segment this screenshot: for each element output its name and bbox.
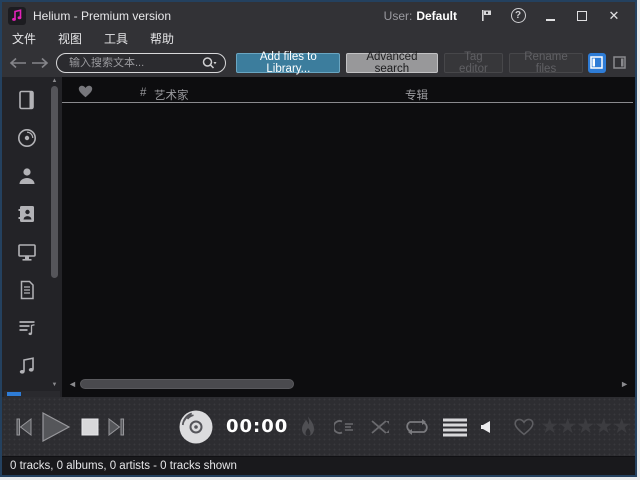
scrollbar-thumb[interactable] xyxy=(7,392,21,396)
star-icon[interactable]: ★ xyxy=(612,416,631,437)
menu-tools[interactable]: 工具 xyxy=(104,30,128,47)
flame-icon[interactable] xyxy=(298,415,318,439)
forward-arrow-icon[interactable] xyxy=(30,53,50,73)
sidebar-item-computer-monitor[interactable] xyxy=(14,239,40,265)
title-bar: Helium - Premium version User: Default ?… xyxy=(2,2,635,29)
sidebar-item-contacts-book[interactable] xyxy=(14,201,40,227)
rating-stars: ★ ★ ★ ★ ★ xyxy=(540,416,631,437)
menu-file[interactable]: 文件 xyxy=(12,30,36,47)
search-box xyxy=(56,52,227,76)
help-icon[interactable]: ? xyxy=(505,6,531,26)
scroll-up-icon[interactable]: ▲ xyxy=(50,78,59,84)
scroll-left-icon[interactable]: ◄ xyxy=(68,380,77,389)
sidebar-item-artist-person[interactable] xyxy=(14,163,40,189)
flag-icon[interactable] xyxy=(473,6,499,26)
app-window: Helium - Premium version User: Default ?… xyxy=(0,0,637,477)
player-bar: 00:00 ★ ★ ★ ★ ★ xyxy=(2,397,635,456)
status-text: 0 tracks, 0 albums, 0 artists - 0 tracks… xyxy=(10,460,237,472)
scroll-right-icon[interactable]: ► xyxy=(620,380,629,389)
close-icon[interactable]: ✕ xyxy=(601,6,627,26)
repeat-icon[interactable] xyxy=(404,418,430,436)
sidebar-item-album-disc[interactable] xyxy=(14,125,40,151)
star-icon[interactable]: ★ xyxy=(576,416,595,437)
minimize-icon[interactable] xyxy=(537,6,563,26)
queue-icon[interactable] xyxy=(334,419,356,435)
column-header-album[interactable]: 专辑 xyxy=(405,87,428,103)
sidebar-vertical-scrollbar[interactable]: ▲ ▼ xyxy=(50,78,59,388)
status-bar: 0 tracks, 0 albums, 0 artists - 0 tracks… xyxy=(2,456,635,475)
sidebar: ▲ ▼ xyxy=(2,77,62,397)
heart-icon[interactable] xyxy=(514,418,534,436)
sidebar-icons xyxy=(2,77,50,390)
panel-right-icon[interactable] xyxy=(611,53,629,73)
list-horizontal-scrollbar[interactable]: ◄ ► xyxy=(66,378,631,391)
user-value[interactable]: Default xyxy=(416,9,457,23)
window-title: Helium - Premium version xyxy=(33,8,172,23)
column-header-number[interactable]: # xyxy=(140,87,146,99)
search-input[interactable] xyxy=(69,56,200,69)
rename-files-button[interactable]: Rename files xyxy=(509,51,583,75)
back-arrow-icon[interactable] xyxy=(8,53,28,73)
scroll-down-icon[interactable]: ▼ xyxy=(50,382,59,388)
playback-time: 00:00 xyxy=(226,416,289,437)
menu-bar: 文件 视图 工具 帮助 xyxy=(2,29,635,48)
panel-left-icon[interactable] xyxy=(587,52,606,73)
star-icon[interactable]: ★ xyxy=(540,416,559,437)
previous-button[interactable] xyxy=(14,416,34,438)
add-files-button[interactable]: Add files to Library... xyxy=(236,51,341,75)
favorite-column-heart-icon[interactable] xyxy=(78,85,93,103)
disc-icon[interactable] xyxy=(178,409,214,445)
sidebar-item-library-book[interactable] xyxy=(14,87,40,113)
play-button[interactable] xyxy=(38,411,72,443)
next-button[interactable] xyxy=(106,416,128,438)
search-icon[interactable] xyxy=(201,56,218,76)
speaker-icon[interactable] xyxy=(480,420,492,434)
music-note-icon xyxy=(12,9,22,21)
list-header: # 艺术家 专辑 xyxy=(62,83,633,103)
help-glyph: ? xyxy=(510,8,526,23)
advanced-search-button[interactable]: Advanced search xyxy=(346,51,438,75)
stop-button[interactable] xyxy=(80,417,100,437)
content-area: ▲ ▼ # 艺术家 专辑 ◄ ► xyxy=(2,77,635,397)
shuffle-icon[interactable] xyxy=(370,419,390,435)
scrollbar-thumb[interactable] xyxy=(51,86,58,278)
sidebar-item-music-note[interactable] xyxy=(14,353,40,379)
sidebar-item-piano-keys[interactable] xyxy=(14,383,40,390)
column-header-artist[interactable]: 艺术家 xyxy=(154,87,189,103)
track-list[interactable]: # 艺术家 专辑 ◄ ► xyxy=(62,77,635,397)
star-icon[interactable]: ★ xyxy=(594,416,613,437)
toolbar: Add files to Library... Advanced search … xyxy=(2,48,635,77)
user-label: User: xyxy=(383,8,413,23)
app-icon xyxy=(8,6,26,25)
menu-help[interactable]: 帮助 xyxy=(150,30,174,47)
list-icon[interactable] xyxy=(442,417,468,437)
star-icon[interactable]: ★ xyxy=(558,416,577,437)
tag-editor-button[interactable]: Tag editor xyxy=(443,51,504,75)
sidebar-item-document-file[interactable] xyxy=(14,277,40,303)
menu-view[interactable]: 视图 xyxy=(58,30,82,47)
maximize-icon[interactable] xyxy=(569,6,595,26)
sidebar-item-playlist[interactable] xyxy=(14,315,40,341)
scrollbar-thumb[interactable] xyxy=(80,379,294,389)
